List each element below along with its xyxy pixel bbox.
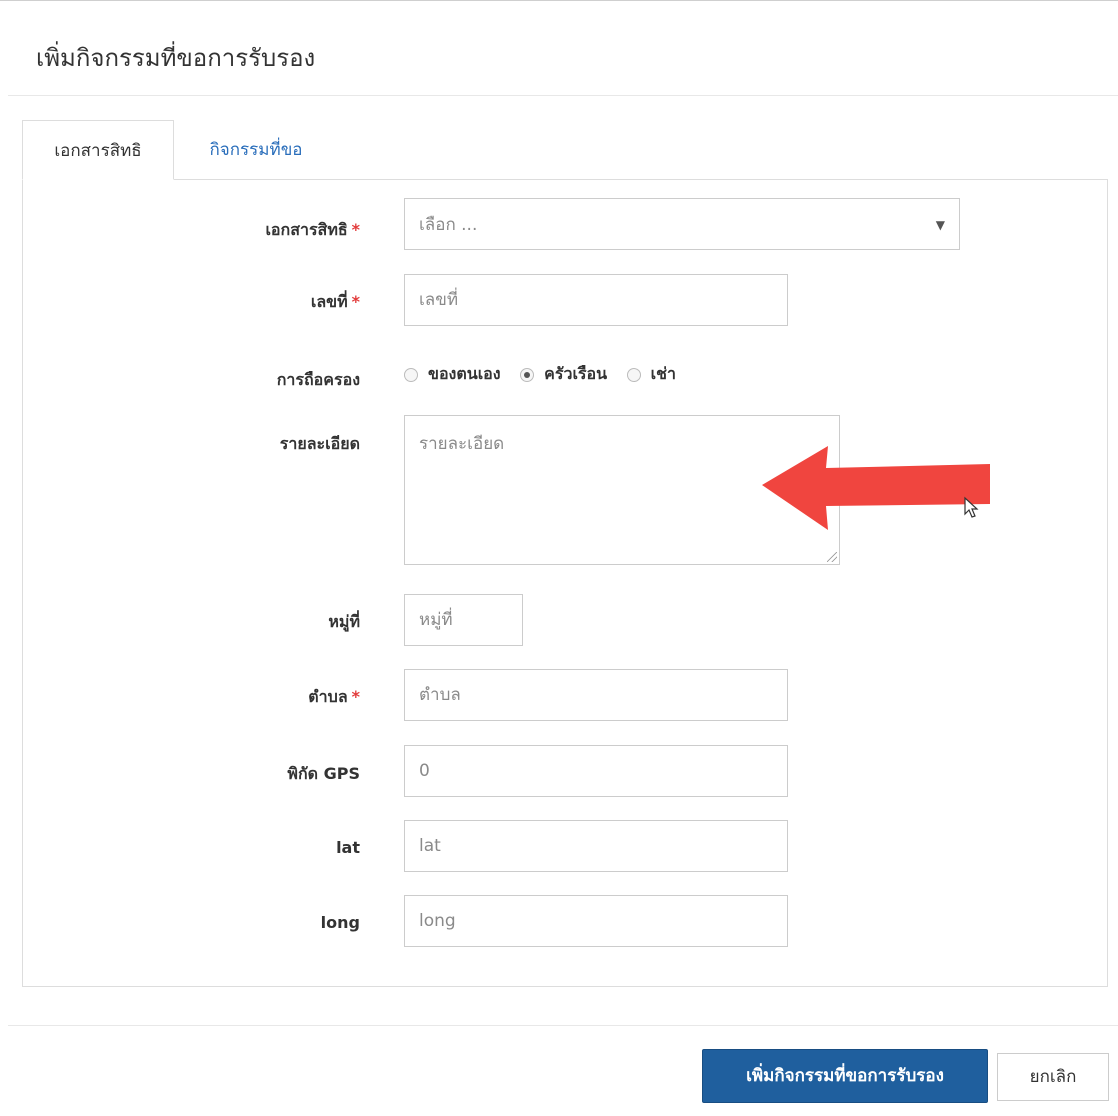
subdistrict-placeholder: ตำบล <box>419 685 461 705</box>
radio-rent-label: เช่า <box>650 364 676 383</box>
village-placeholder: หมู่ที่ <box>419 610 453 630</box>
radio-household-label: ครัวเรือน <box>544 364 608 383</box>
lat-label: lat <box>336 838 360 857</box>
top-border <box>0 0 1118 1</box>
radio-option-household[interactable]: ครัวเรือน <box>520 362 607 387</box>
red-arrow-icon <box>762 446 990 530</box>
document-select-value: เลือก ... <box>419 215 478 235</box>
cancel-button[interactable]: ยกเลิก <box>997 1053 1109 1101</box>
radio-option-rent[interactable]: เช่า <box>626 362 676 387</box>
radio-own-label: ของตนเอง <box>428 364 501 383</box>
required-star: * <box>351 687 360 706</box>
long-placeholder: long <box>419 911 456 931</box>
resize-handle-icon[interactable] <box>827 552 837 562</box>
long-input[interactable]: long <box>404 895 788 947</box>
required-star: * <box>351 292 360 311</box>
document-select[interactable]: เลือก ... ▼ <box>404 198 960 250</box>
radio-rent[interactable] <box>626 367 641 382</box>
radio-option-own[interactable]: ของตนเอง <box>404 362 501 387</box>
document-label: เอกสารสิทธิ * <box>265 220 360 239</box>
caret-down-icon: ▼ <box>935 218 945 232</box>
number-input[interactable]: เลขที่ <box>404 274 788 326</box>
gps-input[interactable]: 0 <box>404 745 788 797</box>
lat-input[interactable]: lat <box>404 820 788 872</box>
subdistrict-label: ตำบล * <box>308 687 360 706</box>
gps-label: พิกัด GPS <box>287 764 360 783</box>
number-label: เลขที่ * <box>310 292 360 311</box>
ownership-radio-group: ของตนเอง ครัวเรือน เช่า <box>404 362 690 388</box>
ownership-label: การถือครอง <box>276 370 360 389</box>
required-star: * <box>351 220 360 239</box>
subdistrict-input[interactable]: ตำบล <box>404 669 788 721</box>
gps-value: 0 <box>419 761 430 781</box>
header-divider <box>8 95 1118 96</box>
village-label: หมู่ที่ <box>328 612 360 631</box>
lat-placeholder: lat <box>419 836 441 856</box>
radio-own[interactable] <box>404 367 418 382</box>
details-label: รายละเอียด <box>279 434 360 453</box>
long-label: long <box>320 913 360 932</box>
number-placeholder: เลขที่ <box>419 290 459 310</box>
tab-document[interactable]: เอกสารสิทธิ <box>22 120 174 180</box>
details-placeholder: รายละเอียด <box>419 434 505 454</box>
submit-button[interactable]: เพิ่มกิจกรรมที่ขอการรับรอง <box>702 1049 988 1103</box>
radio-household[interactable] <box>520 367 535 382</box>
footer-divider <box>8 1025 1118 1026</box>
village-input[interactable]: หมู่ที่ <box>404 594 523 646</box>
tab-activity[interactable]: กิจกรรมที่ขอ <box>186 120 326 180</box>
dialog-title: เพิ่มกิจกรรมที่ขอการรับรอง <box>36 44 316 72</box>
